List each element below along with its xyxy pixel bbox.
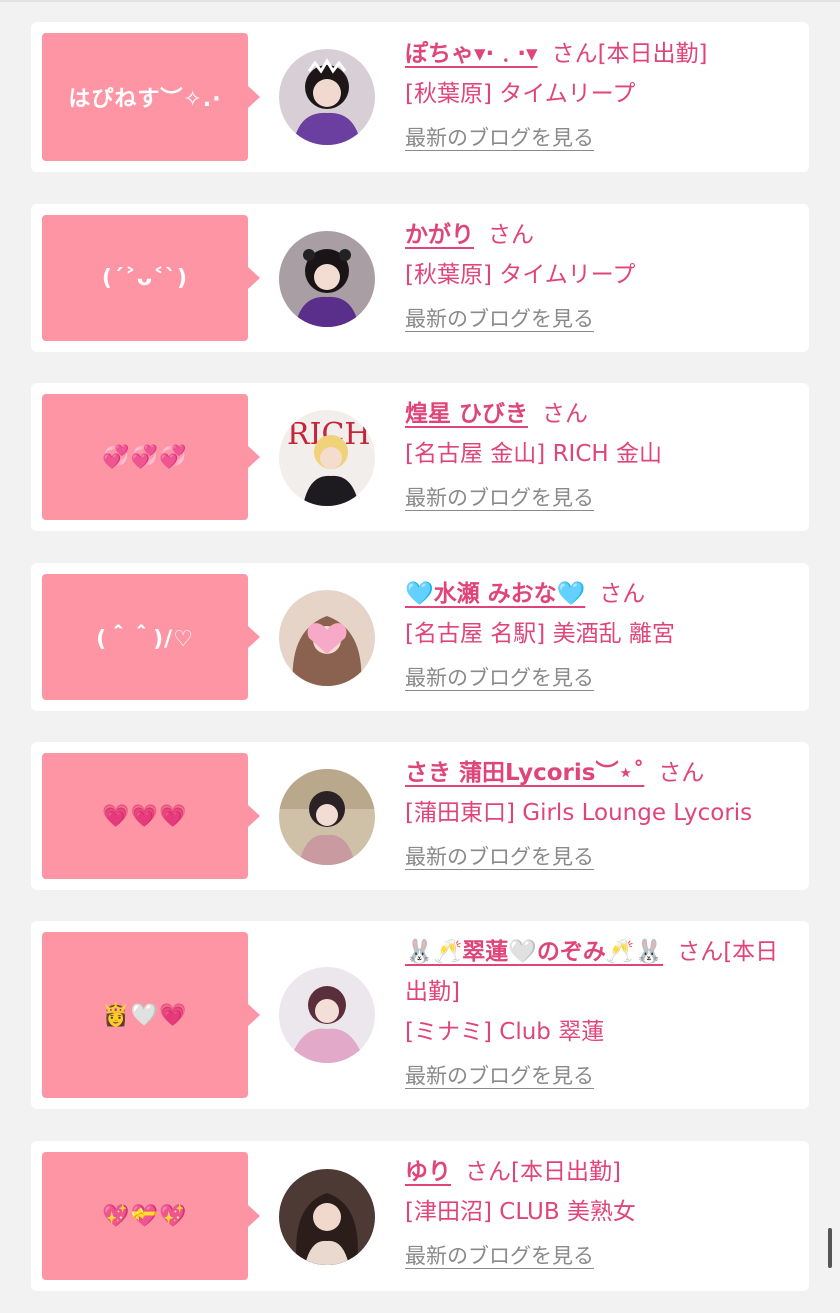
scrollbar[interactable] (828, 1228, 832, 1268)
list-item: (ˊ˃ᴗ˂ˋ) かがり さん [秋葉原] タイムリープ 最新のブログを見る (31, 204, 809, 352)
list-item: (＾＾)/♡ 🩵水瀬 みおな🩵 さん [名古屋 名駅] 美酒乱 離宮 最新のブログ… (31, 563, 809, 711)
blog-link[interactable]: 最新のブログを見る (405, 122, 594, 152)
comment-text: 💗💗💗 (102, 803, 188, 829)
comment-text: 💖💝💖 (102, 1203, 188, 1229)
honorific: さん (658, 760, 705, 786)
honorific: さん (599, 581, 646, 607)
blog-link[interactable]: 最新のブログを見る (405, 303, 594, 333)
list-item: 💞💞💞 RICH 煌星 ひびき さん [名古屋 金山] RICH 金山 最新のブロ… (31, 383, 809, 531)
shop-name: [秋葉原] タイムリープ (405, 81, 636, 107)
honorific: さん (677, 939, 724, 965)
comment-text: はぴねす︶✧.· (68, 87, 222, 112)
blog-link[interactable]: 最新のブログを見る (405, 1240, 594, 1270)
cast-name-link[interactable]: ゆり (405, 1159, 451, 1185)
cast-name-link[interactable]: かがり (405, 222, 474, 248)
status-label: [本日出勤] (511, 1159, 621, 1185)
comment-text: 💞💞💞 (102, 444, 188, 470)
avatar[interactable] (279, 967, 375, 1063)
list-item: 💗💗💗 さき 蒲田Lycoris︶⋆˚ さん [蒲田東口] Girls Loung… (31, 742, 809, 890)
avatar[interactable] (279, 49, 375, 145)
comment-text: (＾＾)/♡ (96, 627, 194, 652)
avatar[interactable] (279, 1169, 375, 1265)
shop-name: [名古屋 名駅] 美酒乱 離宮 (405, 621, 675, 647)
comment-bubble: 💞💞💞 (42, 394, 260, 520)
shop-name: [津田沼] CLUB 美熟女 (405, 1199, 636, 1225)
cast-name-link[interactable]: 煌星 ひびき (405, 401, 528, 427)
cast-name-link[interactable]: さき 蒲田Lycoris︶⋆˚ (405, 760, 644, 786)
top-divider (0, 0, 840, 2)
status-label: [本日出勤] (597, 41, 708, 67)
comment-bubble: 💖💝💖 (42, 1152, 260, 1280)
comment-bubble: 💗💗💗 (42, 753, 260, 879)
cast-name-link[interactable]: 🐰🥂翠蓮🤍のぞみ🥂🐰 (405, 939, 663, 965)
avatar[interactable] (279, 769, 375, 865)
comment-text: 👸🤍💗 (102, 1002, 188, 1028)
list-item: はぴねす︶✧.· ぽちゃ▾·﹒·▾ さん[本日出勤] [秋葉原] タイムリープ 最… (31, 22, 809, 172)
comment-bubble: (＾＾)/♡ (42, 574, 260, 700)
avatar[interactable] (279, 590, 375, 686)
blog-link[interactable]: 最新のブログを見る (405, 841, 594, 871)
shop-name: [蒲田東口] Girls Lounge Lycoris (405, 800, 753, 826)
avatar[interactable]: RICH (279, 410, 375, 506)
comment-text: (ˊ˃ᴗ˂ˋ) (101, 265, 189, 291)
comment-bubble: 👸🤍💗 (42, 932, 260, 1098)
honorific: さん (551, 41, 598, 67)
cast-name-link[interactable]: ぽちゃ▾·﹒·▾ (405, 41, 538, 67)
blog-link[interactable]: 最新のブログを見る (405, 1060, 594, 1090)
shop-name: [名古屋 金山] RICH 金山 (405, 441, 662, 467)
cast-name-link[interactable]: 🩵水瀬 みおな🩵 (405, 581, 585, 607)
comment-bubble: はぴねす︶✧.· (42, 33, 260, 161)
honorific: さん (465, 1159, 511, 1185)
blog-link[interactable]: 最新のブログを見る (405, 482, 594, 512)
comment-bubble: (ˊ˃ᴗ˂ˋ) (42, 215, 260, 341)
avatar[interactable] (279, 231, 375, 327)
blog-link[interactable]: 最新のブログを見る (405, 662, 594, 692)
honorific: さん (488, 222, 534, 248)
list-item: 👸🤍💗 🐰🥂翠蓮🤍のぞみ🥂🐰 さん[本日出勤] [ミナミ] Club 翠蓮 最新の… (31, 921, 809, 1109)
shop-name: [ミナミ] Club 翠蓮 (405, 1019, 605, 1045)
shop-name: [秋葉原] タイムリープ (405, 262, 636, 288)
honorific: さん (542, 401, 589, 427)
list-item: 💖💝💖 ゆり さん[本日出勤] [津田沼] CLUB 美熟女 最新のブログを見る (31, 1141, 809, 1291)
